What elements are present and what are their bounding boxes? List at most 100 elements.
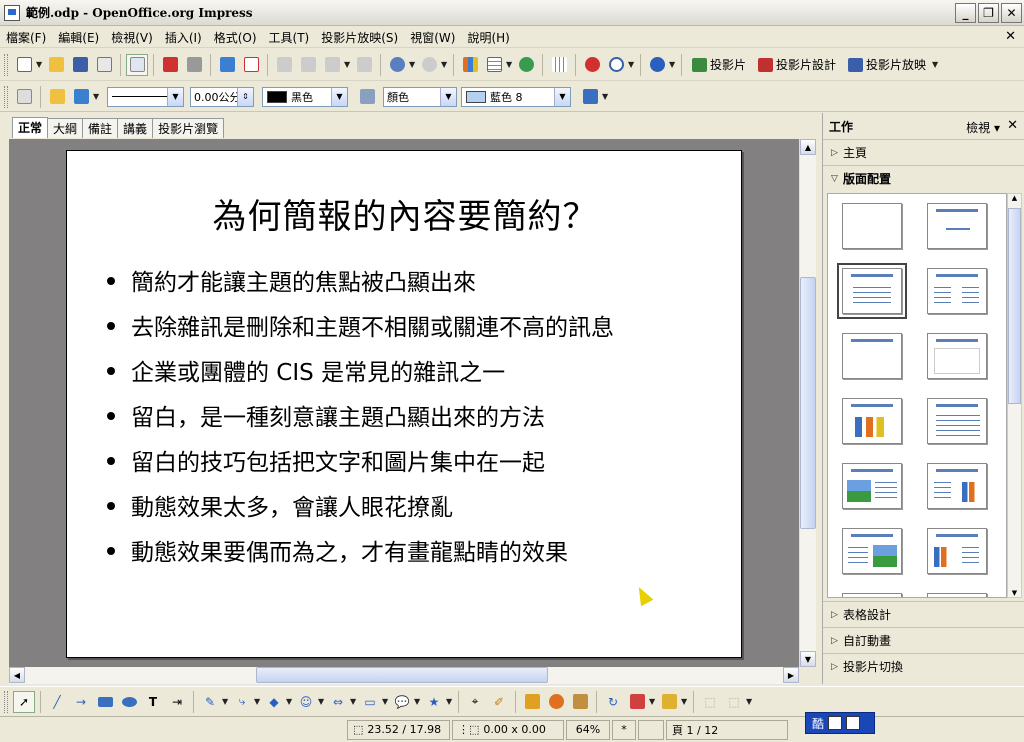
save-icon[interactable]	[69, 54, 91, 76]
task-pane-view-menu[interactable]: 檢視 ▾	[966, 119, 1000, 136]
alignment-icon[interactable]	[626, 691, 648, 713]
menu-window[interactable]: 視窗(W)	[404, 29, 461, 46]
scroll-up-icon[interactable]: ▲	[800, 139, 816, 155]
area-color-select[interactable]: 藍色 8 ▼	[461, 86, 571, 107]
layout-title-only-top[interactable]	[842, 333, 902, 379]
slide-canvas[interactable]: 為何簡報的內容要簡約？ 簡約才能讓主題的焦點被凸顯出來 去除雜訊是刪除和主題不相…	[66, 150, 742, 658]
slide-design-button[interactable]: 投影片設計	[758, 56, 836, 73]
rotate-icon[interactable]: ↻	[602, 691, 624, 713]
ime-mode-label[interactable]: 酷	[812, 715, 824, 732]
line-tool-icon[interactable]: ╱	[46, 691, 68, 713]
stars-icon[interactable]: ★	[423, 691, 445, 713]
menu-format[interactable]: 格式(O)	[208, 29, 263, 46]
scroll-right-icon[interactable]: ▶	[783, 667, 799, 683]
restore-button[interactable]: ❐	[978, 3, 999, 23]
zoom-icon[interactable]	[605, 54, 627, 76]
zoom-level[interactable]: 64%	[566, 719, 610, 740]
gallery-icon[interactable]	[515, 54, 537, 76]
connector-icon[interactable]: ⤷	[231, 691, 253, 713]
new-document-icon[interactable]	[13, 54, 35, 76]
redo-icon[interactable]	[418, 54, 440, 76]
layout-title-object-2[interactable]	[927, 593, 987, 597]
undo-icon[interactable]	[386, 54, 408, 76]
open-folder-icon[interactable]	[45, 54, 67, 76]
arrow-style-icon[interactable]	[70, 86, 92, 108]
menu-file[interactable]: 檔案(F)	[0, 29, 52, 46]
toolbar-grip[interactable]	[4, 53, 8, 76]
area-style-select[interactable]: 顏色 ▼	[383, 86, 457, 107]
menu-tools[interactable]: 工具(T)	[263, 29, 316, 46]
close-button[interactable]: ✕	[1001, 3, 1022, 23]
paste-icon[interactable]	[321, 54, 343, 76]
copy-icon[interactable]	[297, 54, 319, 76]
ime-settings-icon[interactable]	[846, 716, 861, 730]
layout-gallery-scrollbar[interactable]: ▲ ▼	[1007, 193, 1022, 598]
shadow-icon[interactable]	[579, 86, 601, 108]
impress-app-icon[interactable]	[4, 4, 20, 21]
layout-title-text-chart[interactable]	[927, 463, 987, 509]
area-fill-icon[interactable]	[356, 86, 378, 108]
layout-scroll-thumb[interactable]	[1008, 208, 1021, 404]
slide-title[interactable]: 為何簡報的內容要簡約？	[67, 189, 743, 238]
task-pane-close-icon[interactable]: ✕	[1007, 118, 1018, 133]
layout-title-only[interactable]	[927, 203, 987, 249]
chart-icon[interactable]	[459, 54, 481, 76]
tab-outline[interactable]: 大綱	[47, 118, 84, 138]
menu-view[interactable]: 檢視(V)	[105, 29, 159, 46]
layout-title-object[interactable]	[842, 593, 902, 597]
text-tool-icon[interactable]: T	[142, 691, 164, 713]
tab-handout[interactable]: 講義	[117, 118, 154, 138]
email-icon[interactable]	[93, 54, 115, 76]
points-icon[interactable]: ⌖	[464, 691, 486, 713]
scroll-left-icon[interactable]: ◀	[9, 667, 25, 683]
new-dropdown-icon[interactable]: ▼	[36, 60, 44, 69]
layout-title-content[interactable]	[837, 263, 907, 319]
scroll-down-icon[interactable]: ▼	[1008, 589, 1021, 597]
line-icon[interactable]	[46, 86, 68, 108]
arrange-icon[interactable]	[658, 691, 680, 713]
slide-button[interactable]: 投影片	[692, 56, 746, 73]
help-icon[interactable]	[646, 54, 668, 76]
fontwork-icon[interactable]	[521, 691, 543, 713]
glue-points-icon[interactable]: ✐	[488, 691, 510, 713]
layout-title-table[interactable]	[927, 398, 987, 444]
layout-blank[interactable]	[842, 203, 902, 249]
line-style-select[interactable]: ▼	[107, 86, 184, 107]
layout-title-text-clipart[interactable]	[842, 528, 902, 574]
close-document-icon[interactable]: ✕	[1005, 29, 1016, 44]
from-file-icon[interactable]	[545, 691, 567, 713]
section-master-pages[interactable]: ▷ 主頁	[823, 139, 1024, 165]
scroll-down-icon[interactable]: ▼	[800, 651, 816, 667]
layout-title-chart-text[interactable]	[927, 528, 987, 574]
interaction-icon[interactable]: ⬚	[723, 691, 745, 713]
layout-centered-text[interactable]	[927, 333, 987, 379]
menu-slideshow[interactable]: 投影片放映(S)	[315, 29, 404, 46]
navigator-icon[interactable]	[581, 54, 603, 76]
export-pdf-icon[interactable]	[159, 54, 181, 76]
section-slide-transition[interactable]: ▷ 投影片切換	[823, 653, 1024, 679]
ime-fullwidth-icon[interactable]	[828, 716, 843, 730]
horizontal-scrollbar[interactable]: ◀ ▶	[9, 667, 799, 684]
rectangle-icon[interactable]	[94, 691, 116, 713]
symbol-shapes-icon[interactable]: ☺	[295, 691, 317, 713]
callouts-icon[interactable]: 💬	[391, 691, 413, 713]
horizontal-scroll-thumb[interactable]	[256, 667, 548, 683]
tab-notes[interactable]: 備註	[82, 118, 119, 138]
line-color-select[interactable]: 黑色 ▼	[262, 86, 348, 107]
menu-help[interactable]: 說明(H)	[461, 29, 515, 46]
slideshow-button[interactable]: 投影片放映	[848, 56, 926, 73]
spellcheck-icon[interactable]	[216, 54, 238, 76]
flowchart-icon[interactable]: ▭	[359, 691, 381, 713]
autospellcheck-icon[interactable]	[240, 54, 262, 76]
ime-toolbar[interactable]: 酷	[805, 712, 875, 734]
line-width-field[interactable]: 0.00公分 ⇕	[190, 86, 254, 107]
gallery-toggle-icon[interactable]	[569, 691, 591, 713]
section-custom-animation[interactable]: ▷ 自訂動畫	[823, 627, 1024, 653]
menu-insert[interactable]: 插入(I)	[159, 29, 208, 46]
grid-icon[interactable]	[548, 54, 570, 76]
select-arrow-icon[interactable]: ➚	[13, 690, 35, 713]
vertical-text-icon[interactable]: ⇥	[166, 691, 188, 713]
line-style-icon[interactable]	[13, 86, 35, 108]
vertical-scroll-thumb[interactable]	[800, 277, 816, 529]
vertical-scrollbar[interactable]: ▲ ▼	[799, 139, 816, 667]
